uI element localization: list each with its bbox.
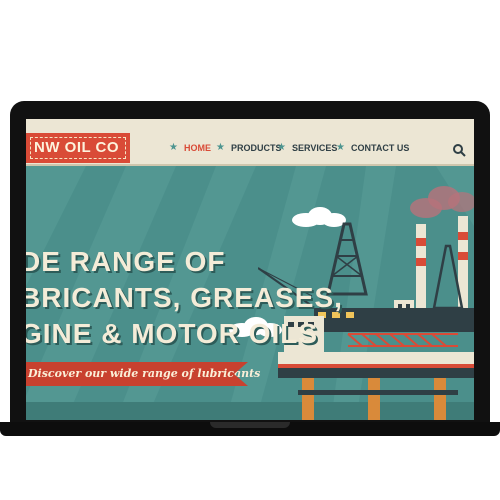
site-logo-text: NW OIL CO: [34, 139, 120, 156]
nav-item-home[interactable]: HOME: [184, 143, 211, 153]
nav-item-services[interactable]: SERVICES: [292, 143, 337, 153]
cta-ribbon-label: Discover our wide range of lubricants: [28, 367, 261, 380]
star-icon: ★: [216, 142, 225, 153]
hero-headline-line-1: DE RANGE OF: [26, 246, 226, 277]
hero-section: DE RANGE OF BRICANTS, GREASES, GINE & MO…: [26, 166, 474, 420]
search-icon[interactable]: [452, 143, 466, 157]
star-icon: ★: [336, 142, 345, 153]
laptop-screen: DE RANGE OF BRICANTS, GREASES, GINE & MO…: [26, 119, 474, 420]
hero-headline-line-2: BRICANTS, GREASES,: [26, 282, 343, 313]
nav-item-contact-us[interactable]: CONTACT US: [351, 143, 409, 153]
site-logo[interactable]: NW OIL CO: [26, 133, 130, 163]
nav-item-products[interactable]: PRODUCTS: [231, 143, 282, 153]
star-icon: ★: [169, 142, 178, 153]
navbar: NW OIL CO ★ HOME ★ PRODUCTS ★ SERVICES ★…: [26, 119, 474, 166]
star-icon: ★: [277, 142, 286, 153]
hero-headline-line-3: GINE & MOTOR OILS: [26, 318, 319, 349]
laptop-notch: [210, 422, 290, 428]
smoke-icon: [410, 186, 474, 218]
cta-ribbon-button[interactable]: Discover our wide range of lubricants: [26, 362, 260, 386]
